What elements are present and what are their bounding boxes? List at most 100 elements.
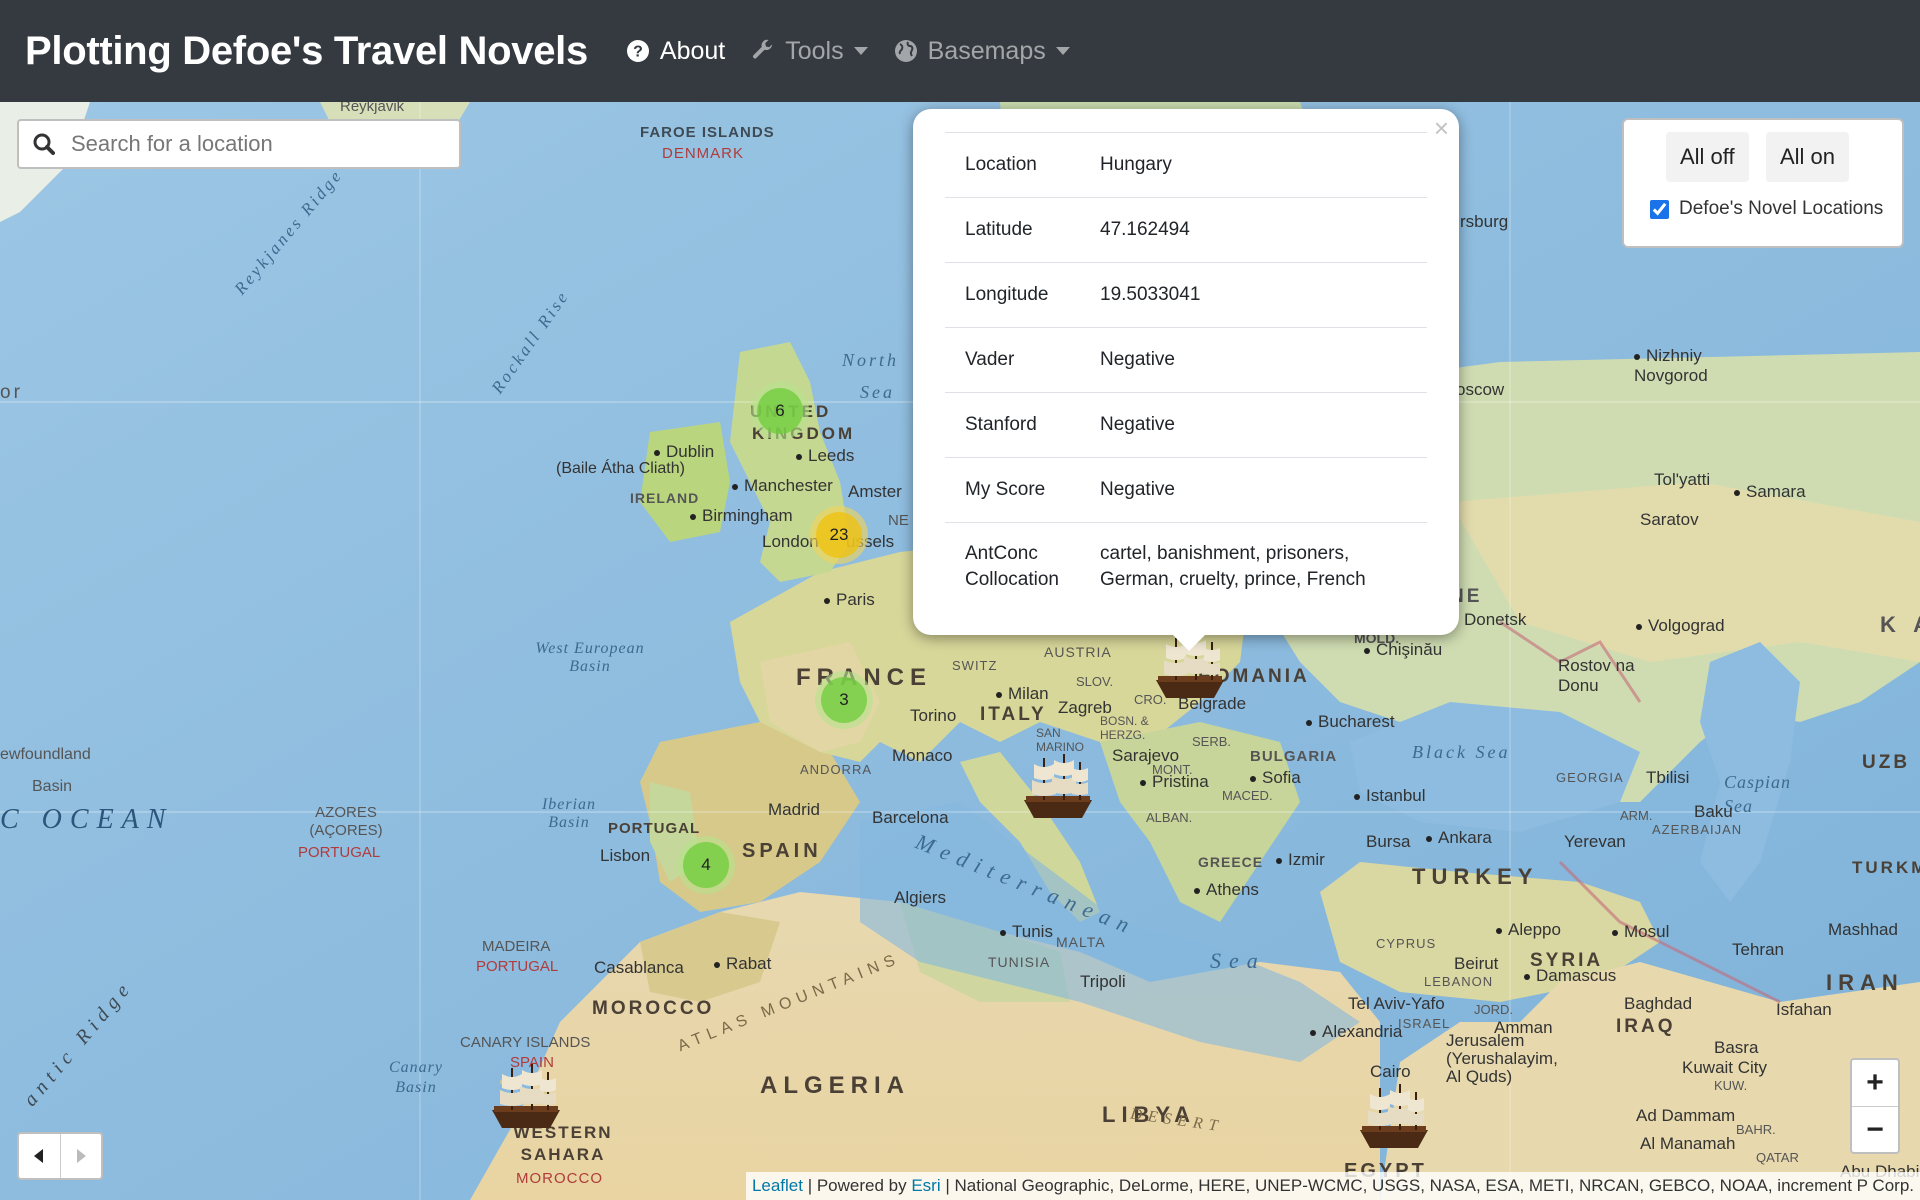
- map-label: Kuwait City: [1682, 1058, 1768, 1077]
- question-circle-icon: ?: [626, 40, 649, 62]
- nav-about-label: About: [659, 36, 726, 65]
- map-label: Athens: [1194, 880, 1259, 900]
- table-row: Latitude 47.162494: [945, 197, 1427, 263]
- map-label: K A: [1880, 612, 1920, 637]
- map-label: Volgograd: [1636, 616, 1725, 636]
- marker-cluster[interactable]: 6: [751, 382, 809, 440]
- map-label: Paris: [824, 590, 875, 610]
- map-label: KUW.: [1714, 1078, 1748, 1093]
- layer-checkbox[interactable]: [1650, 199, 1669, 219]
- map-label: Baku: [1694, 802, 1733, 821]
- zoom-in-button[interactable]: +: [1852, 1060, 1898, 1107]
- map-label: Tbilisi: [1646, 768, 1690, 787]
- cluster-count: 6: [757, 388, 803, 434]
- map-label: Nizhniy Novgorod: [1634, 346, 1734, 386]
- all-on-button[interactable]: All on: [1766, 132, 1850, 182]
- map-label: West European Basin: [535, 640, 645, 675]
- row-value: 47.162494: [1080, 197, 1427, 263]
- map-label: Iberian Basin: [541, 796, 597, 831]
- map-label: JORD.: [1474, 1002, 1513, 1017]
- map-label: Beirut: [1454, 954, 1499, 973]
- row-key: Stanford: [945, 392, 1080, 458]
- map-label: ANDORRA: [800, 762, 873, 777]
- row-key: Location: [945, 132, 1080, 198]
- cluster-count: 23: [816, 512, 862, 558]
- row-value: cartel, banishment, prisoners, German, c…: [1080, 522, 1427, 611]
- map-label: Sea: [860, 382, 895, 402]
- row-value: Negative: [1080, 457, 1427, 523]
- map-label: TURKEY: [1412, 864, 1539, 889]
- map-label: LEBANON: [1424, 974, 1494, 989]
- map-label: Donetsk: [1464, 610, 1527, 629]
- prev-button[interactable]: [19, 1134, 61, 1178]
- map-label: North: [842, 350, 900, 370]
- map-label: ISRAEL: [1398, 1016, 1451, 1031]
- nav-tools-dropdown[interactable]: Tools: [751, 36, 868, 66]
- map-label: or: [0, 382, 23, 403]
- row-value: 19.5033041: [1080, 262, 1427, 328]
- map-label: AZORES (AÇORES): [309, 804, 383, 839]
- map-label: Tunis: [1000, 922, 1053, 942]
- map-label: Mashhad: [1828, 920, 1898, 939]
- nav-about[interactable]: ? About: [626, 37, 725, 66]
- map-label: Rabat: [714, 954, 771, 974]
- map-label: Chişinău: [1364, 640, 1442, 660]
- map-label: Birmingham: [690, 506, 793, 526]
- all-off-button[interactable]: All off: [1666, 132, 1749, 182]
- ship-marker-icon[interactable]: [1352, 1082, 1436, 1156]
- map-label: Black Sea: [1412, 742, 1511, 762]
- map-attribution: Leaflet | Powered by Esri | National Geo…: [745, 1172, 1920, 1200]
- search-input[interactable]: [69, 130, 433, 158]
- map-label: Isfahan: [1776, 1000, 1832, 1019]
- map-label: SWITZ: [952, 658, 998, 673]
- zoom-out-button[interactable]: −: [1852, 1107, 1898, 1153]
- map-label: BAHR.: [1736, 1122, 1776, 1137]
- map-label: Cairo: [1370, 1062, 1411, 1081]
- map-label: oscow: [1456, 380, 1505, 399]
- marker-cluster[interactable]: 23: [810, 506, 868, 564]
- map-label: C OCEAN: [0, 804, 174, 835]
- row-key: AntConc Collocation: [945, 522, 1080, 611]
- marker-cluster[interactable]: 4: [677, 836, 735, 894]
- map-label: rsburg: [1460, 212, 1509, 231]
- map-label: Basin: [32, 778, 73, 795]
- leaflet-link[interactable]: Leaflet: [752, 1176, 803, 1195]
- map-label: Tol'yatti: [1654, 470, 1711, 489]
- marker-cluster[interactable]: 3: [815, 671, 873, 729]
- nav-basemaps-dropdown[interactable]: Basemaps: [894, 37, 1070, 66]
- esri-link[interactable]: Esri: [911, 1176, 940, 1195]
- map-label: GEORGIA: [1556, 770, 1624, 785]
- map-label: UZB: [1862, 752, 1911, 773]
- ship-marker-icon[interactable]: [484, 1062, 568, 1136]
- map-label: ITALY: [980, 704, 1047, 725]
- map-label: Tehran: [1732, 940, 1784, 959]
- row-key: My Score: [945, 457, 1080, 523]
- map-label: (Baile Átha Cliath): [556, 460, 685, 477]
- map-label: Al Manamah: [1640, 1134, 1736, 1153]
- caret-right-icon: [76, 1149, 86, 1163]
- app-title[interactable]: Plotting Defoe's Travel Novels: [25, 29, 588, 74]
- map-label: Saratov: [1640, 510, 1699, 529]
- map-label: PORTUGAL: [298, 844, 381, 861]
- next-button[interactable]: [61, 1134, 102, 1178]
- nav-tools-label: Tools: [785, 36, 844, 65]
- map-label: NE: [888, 512, 909, 529]
- map-label: BULGARIA: [1250, 748, 1338, 765]
- table-row: Vader Negative: [945, 327, 1427, 393]
- map-label: Baghdad: [1624, 994, 1693, 1013]
- ship-marker-icon[interactable]: [1016, 752, 1100, 826]
- map-label: TUNISIA: [988, 954, 1051, 970]
- map-label: Torino: [910, 706, 957, 725]
- layer-label: Defoe's Novel Locations: [1679, 198, 1884, 219]
- map-label: Monaco: [892, 746, 953, 765]
- table-row: My Score Negative: [945, 457, 1427, 523]
- map-label: MALTA: [1056, 934, 1106, 950]
- layer-toggle[interactable]: Defoe's Novel Locations: [1650, 198, 1883, 220]
- map-label: BOSN. & HERZG.: [1100, 714, 1149, 742]
- map-label: Jerusalem (Yerushalayim, Al Quds): [1446, 1031, 1558, 1086]
- map-label: Tripoli: [1080, 972, 1126, 991]
- close-icon[interactable]: ×: [1434, 113, 1449, 144]
- location-search[interactable]: [17, 119, 461, 169]
- cluster-count: 3: [821, 677, 867, 723]
- map-label: FAROE ISLANDS: [640, 124, 775, 141]
